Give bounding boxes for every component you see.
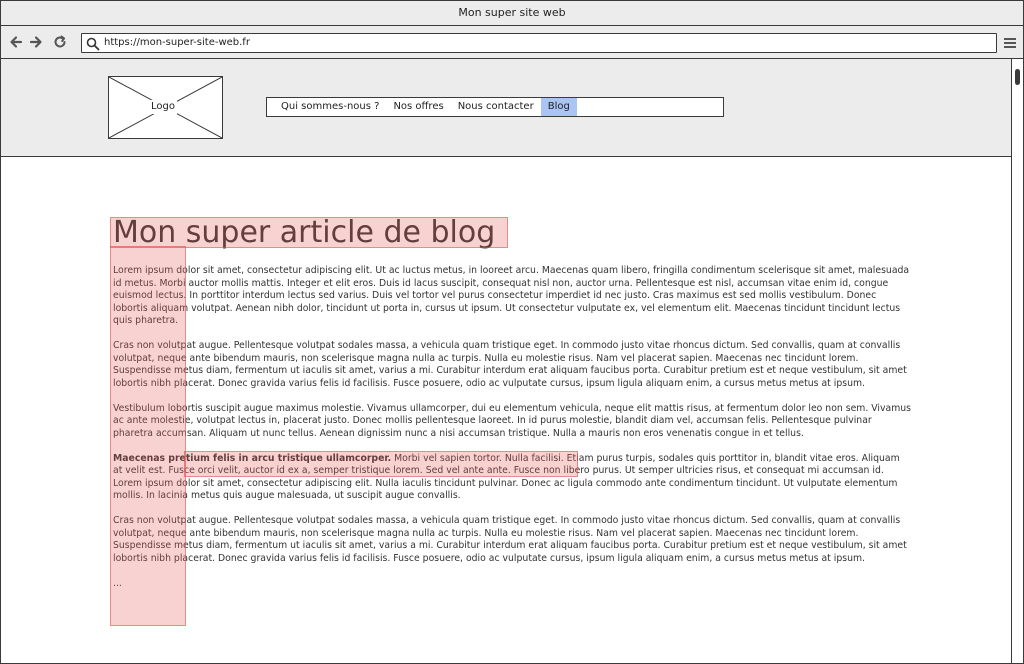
back-icon[interactable] <box>8 34 24 50</box>
forward-icon[interactable] <box>28 34 44 50</box>
article-bold-sentence: Maecenas pretium felis in arcu tristique… <box>113 452 392 464</box>
browser-toolbar: https://mon-super-site-web.fr <box>1 26 1023 59</box>
nav-item-qui-sommes-nous[interactable]: Qui sommes-nous ? <box>267 98 386 116</box>
vertical-scrollbar[interactable] <box>1011 59 1023 663</box>
main-navigation: Qui sommes-nous ? Nos offres Nous contacte… <box>266 97 724 117</box>
article-paragraph: Lorem ipsum dolor sit amet, consectetur … <box>113 265 911 328</box>
window-title: Mon super site web <box>1 1 1023 26</box>
article-ellipsis: ... <box>113 577 122 589</box>
article-title: Mon super article de blog <box>113 215 496 250</box>
article-paragraph-text: Lorem ipsum dolor sit amet, consectetur … <box>113 265 910 326</box>
article-paragraph: Cras non volutpat augue. Pellentesque vo… <box>113 340 911 390</box>
browser-window: Mon super site web https://mon-super-sit… <box>0 0 1024 664</box>
article-paragraph: Maecenas pretium felis in arcu tristique… <box>113 453 911 503</box>
article-paragraph-text: Cras non volutpat augue. Pellentesque vo… <box>113 340 907 389</box>
nav-item-blog[interactable]: Blog <box>540 98 577 116</box>
logo-label: Logo <box>149 100 177 114</box>
address-bar[interactable]: https://mon-super-site-web.fr <box>81 33 997 53</box>
hamburger-menu-icon[interactable] <box>1003 35 1017 49</box>
article-body: Lorem ipsum dolor sit amet, consectetur … <box>113 265 911 603</box>
article-paragraph: Vestibulum lobortis suscipit augue maxim… <box>113 403 911 441</box>
address-bar-url: https://mon-super-site-web.fr <box>104 37 250 48</box>
article-paragraph-text: Vestibulum lobortis suscipit augue maxim… <box>113 402 911 439</box>
scrollbar-thumb[interactable] <box>1015 69 1020 85</box>
site-header: Logo Qui sommes-nous ? Nos offres Nous con… <box>1 59 1011 157</box>
reload-icon[interactable] <box>52 34 68 50</box>
article-paragraph: Cras non volutpat augue. Pellentesque vo… <box>113 515 911 565</box>
search-icon <box>86 36 100 55</box>
article-paragraph-text: Cras non volutpat augue. Pellentesque vo… <box>113 515 907 564</box>
nav-item-nos-offres[interactable]: Nos offres <box>386 98 450 116</box>
logo-placeholder[interactable]: Logo <box>108 76 223 139</box>
nav-item-nous-contacter[interactable]: Nous contacter <box>451 98 541 116</box>
